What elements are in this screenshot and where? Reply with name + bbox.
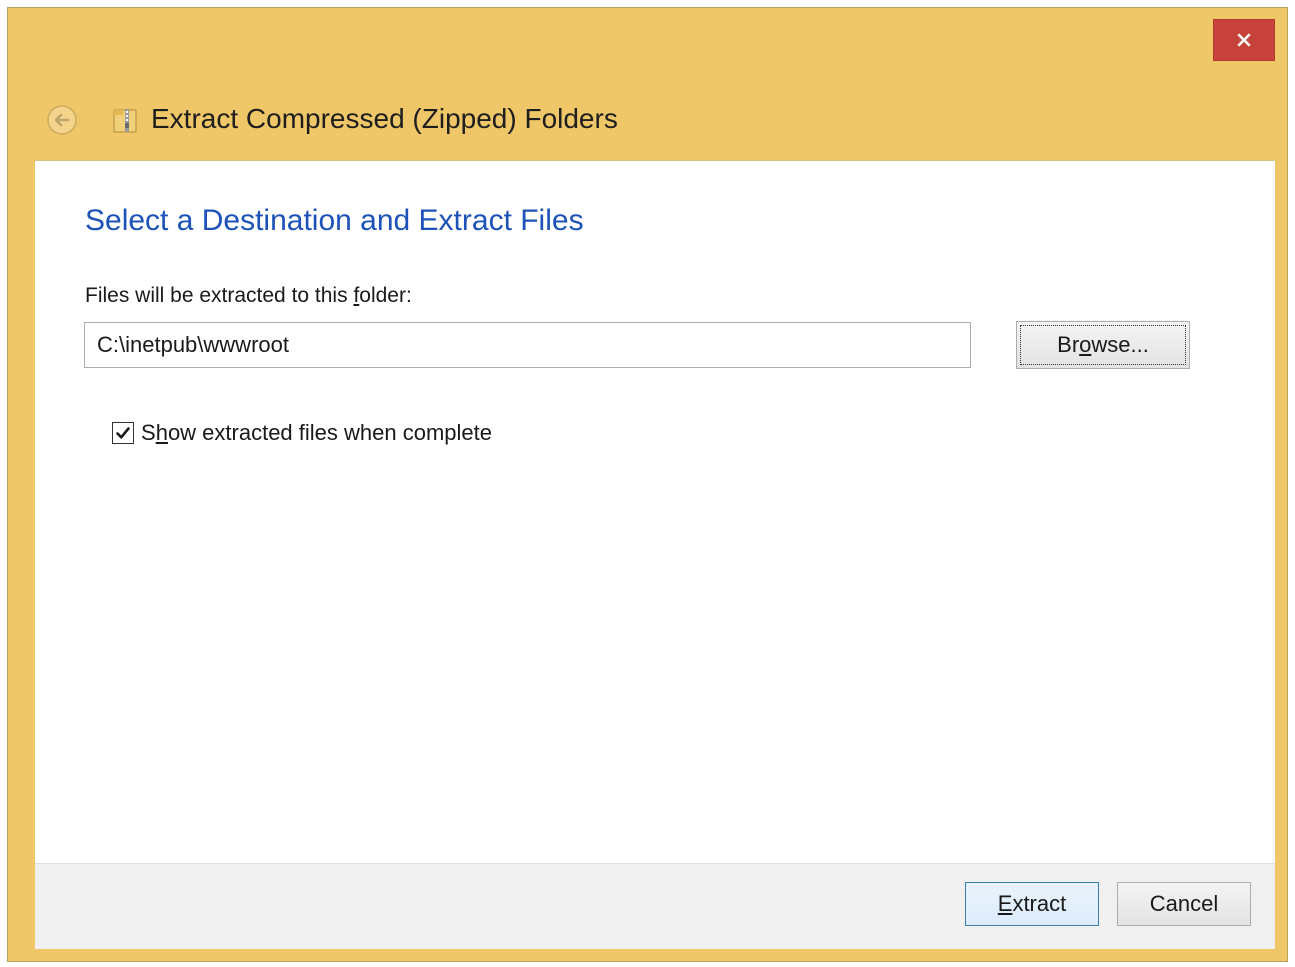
browse-button[interactable]: Browse... — [1016, 321, 1190, 369]
extract-button[interactable]: Extract — [965, 882, 1099, 926]
content-panel — [35, 160, 1275, 863]
destination-path-input[interactable] — [84, 322, 971, 368]
zipped-folder-icon — [113, 109, 137, 133]
extract-button-label: Extract — [997, 891, 1067, 916]
back-arrow-icon — [47, 105, 77, 135]
destination-folder-label: Files will be extracted to this folder: — [85, 284, 412, 307]
cancel-button[interactable]: Cancel — [1117, 882, 1251, 926]
checkmark-icon — [116, 427, 130, 439]
window-title: Extract Compressed (Zipped) Folders — [151, 103, 618, 134]
page-heading: Select a Destination and Extract Files — [85, 204, 584, 237]
extract-wizard-window: Extract Compressed (Zipped) Folders Sele… — [7, 7, 1288, 962]
focus-indicator — [1020, 325, 1186, 365]
show-files-checkbox-label[interactable]: Show extracted files when complete — [141, 420, 492, 446]
show-files-checkbox[interactable] — [112, 422, 134, 444]
close-icon — [1237, 33, 1251, 47]
back-button[interactable] — [44, 102, 80, 138]
show-files-checkbox-row[interactable]: Show extracted files when complete — [112, 420, 492, 446]
close-button[interactable] — [1213, 19, 1275, 61]
